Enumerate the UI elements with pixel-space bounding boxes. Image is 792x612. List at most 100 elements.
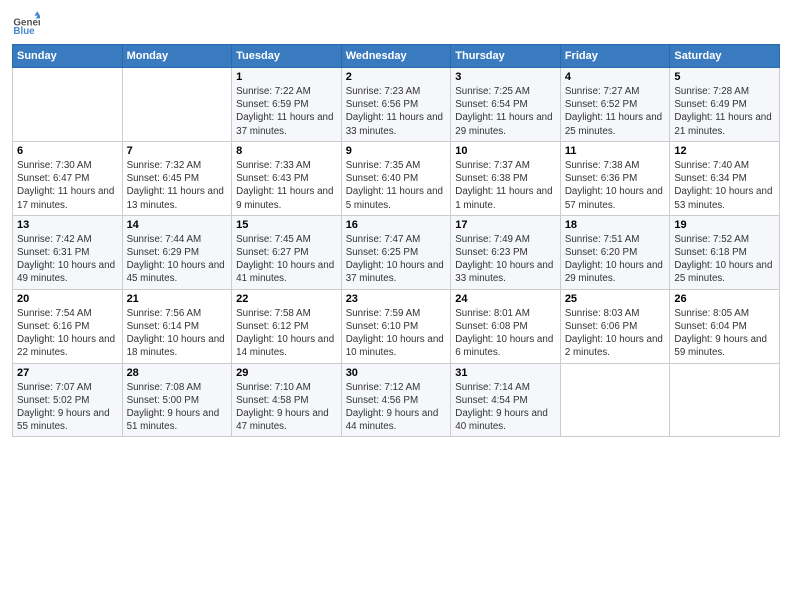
weekday-header-sunday: Sunday <box>13 45 123 68</box>
day-number: 10 <box>455 145 556 157</box>
day-detail: Sunrise: 7:56 AMSunset: 6:14 PMDaylight:… <box>127 307 228 360</box>
calendar-cell: 31 Sunrise: 7:14 AMSunset: 4:54 PMDayligh… <box>451 363 561 437</box>
calendar-cell: 19 Sunrise: 7:52 AMSunset: 6:18 PMDayligh… <box>670 215 780 289</box>
day-detail: Sunrise: 7:58 AMSunset: 6:12 PMDaylight:… <box>236 307 337 360</box>
day-detail: Sunrise: 7:22 AMSunset: 6:59 PMDaylight:… <box>236 85 337 138</box>
day-number: 2 <box>346 71 447 83</box>
day-detail: Sunrise: 7:59 AMSunset: 6:10 PMDaylight:… <box>346 307 447 360</box>
day-number: 31 <box>455 367 556 379</box>
day-number: 17 <box>455 219 556 231</box>
day-number: 15 <box>236 219 337 231</box>
calendar-cell: 16Sunrise: 7:47 AMSunset: 6:25 PMDayligh… <box>341 215 451 289</box>
day-detail: Sunrise: 7:32 AMSunset: 6:45 PMDaylight:… <box>127 159 228 212</box>
logo-icon: General Blue <box>12 10 40 38</box>
day-detail: Sunrise: 7:28 AMSunset: 6:49 PMDaylight:… <box>674 85 775 138</box>
day-number: 9 <box>346 145 447 157</box>
day-detail: Sunrise: 7:35 AMSunset: 6:40 PMDaylight:… <box>346 159 447 212</box>
weekday-header-saturday: Saturday <box>670 45 780 68</box>
calendar-cell: 13 Sunrise: 7:42 AMSunset: 6:31 PMDayligh… <box>13 215 123 289</box>
day-detail: Sunrise: 8:01 AMSunset: 6:08 PMDaylight:… <box>455 307 556 360</box>
calendar-cell: 14 Sunrise: 7:44 AMSunset: 6:29 PMDayligh… <box>122 215 232 289</box>
calendar-cell: 26 Sunrise: 8:05 AMSunset: 6:04 PMDayligh… <box>670 289 780 363</box>
calendar-cell: 4 Sunrise: 7:27 AMSunset: 6:52 PMDaylight… <box>560 68 670 142</box>
day-detail: Sunrise: 7:23 AMSunset: 6:56 PMDaylight:… <box>346 85 447 138</box>
calendar-cell: 30 Sunrise: 7:12 AMSunset: 4:56 PMDayligh… <box>341 363 451 437</box>
day-detail: Sunrise: 7:38 AMSunset: 6:36 PMDaylight:… <box>565 159 666 212</box>
calendar-cell: 23Sunrise: 7:59 AMSunset: 6:10 PMDayligh… <box>341 289 451 363</box>
calendar-cell: 24 Sunrise: 8:01 AMSunset: 6:08 PMDayligh… <box>451 289 561 363</box>
day-detail: Sunrise: 7:10 AMSunset: 4:58 PMDaylight:… <box>236 381 337 434</box>
calendar-table: SundayMondayTuesdayWednesdayThursdayFrid… <box>12 44 780 437</box>
calendar-cell: 21 Sunrise: 7:56 AMSunset: 6:14 PMDayligh… <box>122 289 232 363</box>
day-number: 18 <box>565 219 666 231</box>
calendar-cell <box>13 68 123 142</box>
day-detail: Sunrise: 7:51 AMSunset: 6:20 PMDaylight:… <box>565 233 666 286</box>
day-number: 20 <box>17 293 118 305</box>
day-number: 14 <box>127 219 228 231</box>
calendar-cell: 6Sunrise: 7:30 AMSunset: 6:47 PMDaylight… <box>13 141 123 215</box>
day-detail: Sunrise: 7:14 AMSunset: 4:54 PMDaylight:… <box>455 381 556 434</box>
day-number: 21 <box>127 293 228 305</box>
day-number: 24 <box>455 293 556 305</box>
logo: General Blue <box>12 10 44 38</box>
day-detail: Sunrise: 8:03 AMSunset: 6:06 PMDaylight:… <box>565 307 666 360</box>
day-number: 1 <box>236 71 337 83</box>
weekday-header-wednesday: Wednesday <box>341 45 451 68</box>
calendar-cell: 12 Sunrise: 7:40 AMSunset: 6:34 PMDayligh… <box>670 141 780 215</box>
day-detail: Sunrise: 7:52 AMSunset: 6:18 PMDaylight:… <box>674 233 775 286</box>
calendar-cell: 27Sunrise: 7:07 AMSunset: 5:02 PMDayligh… <box>13 363 123 437</box>
header: General Blue <box>12 10 780 38</box>
day-number: 13 <box>17 219 118 231</box>
day-detail: Sunrise: 7:44 AMSunset: 6:29 PMDaylight:… <box>127 233 228 286</box>
day-number: 25 <box>565 293 666 305</box>
day-detail: Sunrise: 7:37 AMSunset: 6:38 PMDaylight:… <box>455 159 556 212</box>
day-detail: Sunrise: 7:42 AMSunset: 6:31 PMDaylight:… <box>17 233 118 286</box>
calendar-cell <box>670 363 780 437</box>
day-number: 29 <box>236 367 337 379</box>
calendar-cell: 11 Sunrise: 7:38 AMSunset: 6:36 PMDayligh… <box>560 141 670 215</box>
day-detail: Sunrise: 7:33 AMSunset: 6:43 PMDaylight:… <box>236 159 337 212</box>
day-detail: Sunrise: 7:12 AMSunset: 4:56 PMDaylight:… <box>346 381 447 434</box>
calendar-container: General Blue SundayMondayTuesdayWednesda… <box>0 0 792 445</box>
day-detail: Sunrise: 7:27 AMSunset: 6:52 PMDaylight:… <box>565 85 666 138</box>
calendar-cell: 7 Sunrise: 7:32 AMSunset: 6:45 PMDaylight… <box>122 141 232 215</box>
day-detail: Sunrise: 7:07 AMSunset: 5:02 PMDaylight:… <box>17 381 118 434</box>
calendar-cell: 10 Sunrise: 7:37 AMSunset: 6:38 PMDayligh… <box>451 141 561 215</box>
calendar-cell: 2 Sunrise: 7:23 AMSunset: 6:56 PMDaylight… <box>341 68 451 142</box>
calendar-cell <box>122 68 232 142</box>
day-number: 28 <box>127 367 228 379</box>
calendar-cell: 5 Sunrise: 7:28 AMSunset: 6:49 PMDaylight… <box>670 68 780 142</box>
day-number: 4 <box>565 71 666 83</box>
day-number: 8 <box>236 145 337 157</box>
day-number: 11 <box>565 145 666 157</box>
calendar-cell: 20 Sunrise: 7:54 AMSunset: 6:16 PMDayligh… <box>13 289 123 363</box>
day-number: 6 <box>17 145 118 157</box>
calendar-cell: 22Sunrise: 7:58 AMSunset: 6:12 PMDayligh… <box>232 289 342 363</box>
day-detail: Sunrise: 7:08 AMSunset: 5:00 PMDaylight:… <box>127 381 228 434</box>
weekday-header-thursday: Thursday <box>451 45 561 68</box>
calendar-cell <box>560 363 670 437</box>
day-detail: Sunrise: 7:25 AMSunset: 6:54 PMDaylight:… <box>455 85 556 138</box>
calendar-cell: 15 Sunrise: 7:45 AMSunset: 6:27 PMDayligh… <box>232 215 342 289</box>
svg-text:Blue: Blue <box>13 26 35 37</box>
day-number: 5 <box>674 71 775 83</box>
weekday-header-friday: Friday <box>560 45 670 68</box>
calendar-cell: 17 Sunrise: 7:49 AMSunset: 6:23 PMDayligh… <box>451 215 561 289</box>
day-number: 12 <box>674 145 775 157</box>
calendar-cell: 18 Sunrise: 7:51 AMSunset: 6:20 PMDayligh… <box>560 215 670 289</box>
weekday-header-monday: Monday <box>122 45 232 68</box>
day-detail: Sunrise: 7:45 AMSunset: 6:27 PMDaylight:… <box>236 233 337 286</box>
day-detail: Sunrise: 7:54 AMSunset: 6:16 PMDaylight:… <box>17 307 118 360</box>
day-number: 26 <box>674 293 775 305</box>
weekday-header-tuesday: Tuesday <box>232 45 342 68</box>
calendar-cell: 8 Sunrise: 7:33 AMSunset: 6:43 PMDaylight… <box>232 141 342 215</box>
day-detail: Sunrise: 7:49 AMSunset: 6:23 PMDaylight:… <box>455 233 556 286</box>
day-detail: Sunrise: 7:40 AMSunset: 6:34 PMDaylight:… <box>674 159 775 212</box>
day-number: 30 <box>346 367 447 379</box>
day-detail: Sunrise: 8:05 AMSunset: 6:04 PMDaylight:… <box>674 307 775 360</box>
day-number: 19 <box>674 219 775 231</box>
calendar-cell: 29 Sunrise: 7:10 AMSunset: 4:58 PMDayligh… <box>232 363 342 437</box>
day-number: 3 <box>455 71 556 83</box>
day-number: 7 <box>127 145 228 157</box>
day-number: 16 <box>346 219 447 231</box>
